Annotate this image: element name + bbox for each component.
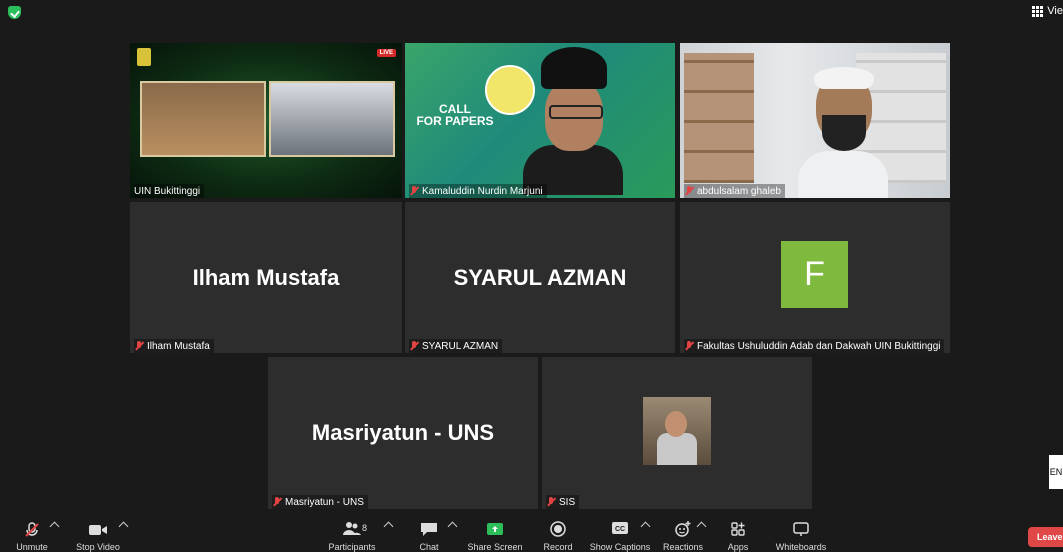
- video-tile-kamaluddin[interactable]: CALL FOR PAPERS Kamaluddin Nurdin Marjun…: [405, 43, 675, 198]
- security-shield-icon[interactable]: [8, 6, 21, 19]
- participant-name-label: Fakultas Ushuluddin Adab dan Dakwah UIN …: [684, 339, 945, 353]
- stage-screen-left: [140, 81, 266, 157]
- speaker-video-feed: CALL FOR PAPERS: [405, 43, 675, 198]
- whiteboards-button[interactable]: Whiteboards: [761, 515, 841, 552]
- participants-count: 8: [362, 523, 368, 533]
- video-tile-ilham[interactable]: Ilham Mustafa Ilham Mustafa: [130, 202, 402, 353]
- view-button[interactable]: Vie: [1032, 5, 1063, 17]
- language-badge[interactable]: EN: [1049, 455, 1063, 489]
- video-tile-fakultas[interactable]: F Fakultas Ushuluddin Adab dan Dakwah UI…: [680, 202, 950, 353]
- participant-display-name: Ilham Mustafa: [192, 264, 340, 290]
- participant-name-label: Masriyatun - UNS: [272, 495, 368, 509]
- participant-display-name: Masriyatun - UNS: [311, 420, 495, 445]
- stage-screen-right: [269, 81, 395, 157]
- participant-name-label: abdulsalam ghaleb: [684, 184, 785, 198]
- speaker-video-feed: [680, 43, 950, 198]
- video-tile-abdulsalam[interactable]: abdulsalam ghaleb: [680, 43, 950, 198]
- video-tile-syarul[interactable]: SYARUL AZMAN SYARUL AZMAN: [405, 202, 675, 353]
- whiteboard-icon: [793, 522, 809, 536]
- speaker-person: [523, 45, 623, 195]
- participant-name-label: Kamaluddin Nurdin Marjuni: [409, 184, 547, 198]
- participant-display-name: SYARUL AZMAN: [453, 264, 627, 290]
- view-label: Vie: [1047, 5, 1063, 17]
- muted-mic-icon: [409, 186, 419, 196]
- stage-video-feed: LIVE: [130, 43, 402, 198]
- participant-profile-photo: [643, 397, 711, 465]
- chat-icon: [421, 523, 437, 536]
- muted-mic-icon: [25, 522, 39, 537]
- stop-video-button[interactable]: Stop Video: [58, 515, 138, 552]
- video-tile-uin-bukittinggi[interactable]: LIVE UIN Bukittinggi: [130, 43, 402, 198]
- muted-mic-icon: [409, 341, 419, 351]
- uin-logo: [137, 48, 151, 66]
- muted-mic-icon: [272, 497, 282, 507]
- live-badge: LIVE: [376, 49, 396, 57]
- participant-name-label: UIN Bukittinggi: [134, 184, 205, 198]
- participants-icon: [343, 522, 361, 535]
- participants-button[interactable]: 8 Participants: [312, 515, 392, 552]
- video-tile-masriyatun[interactable]: Masriyatun - UNS Masriyatun - UNS: [268, 357, 538, 509]
- top-bar: Vie: [0, 0, 1063, 26]
- leave-button[interactable]: Leave: [1028, 527, 1063, 547]
- share-screen-icon: [487, 523, 503, 535]
- record-icon: [550, 521, 566, 537]
- reactions-icon: [675, 521, 691, 537]
- call-for-papers-text: CALL FOR PAPERS: [416, 102, 494, 128]
- participant-name-label: SYARUL AZMAN: [409, 339, 503, 353]
- muted-mic-icon: [684, 186, 694, 196]
- svg-text:CC: CC: [615, 526, 625, 533]
- grid-view-icon: [1032, 5, 1044, 17]
- closed-captions-icon: CC: [612, 522, 628, 534]
- video-tile-sis[interactable]: SIS: [542, 357, 812, 509]
- participant-name-label: Ilham Mustafa: [134, 339, 214, 353]
- participant-name-label: SIS: [546, 495, 580, 509]
- apps-icon: [731, 522, 745, 536]
- meeting-toolbar: Unmute Stop Video 8 Participants Chat Sh…: [0, 515, 1063, 552]
- muted-mic-icon: [684, 341, 694, 351]
- muted-mic-icon: [546, 497, 556, 507]
- muted-mic-icon: [134, 341, 144, 351]
- participant-avatar: F: [781, 241, 848, 308]
- video-camera-icon: [89, 525, 107, 535]
